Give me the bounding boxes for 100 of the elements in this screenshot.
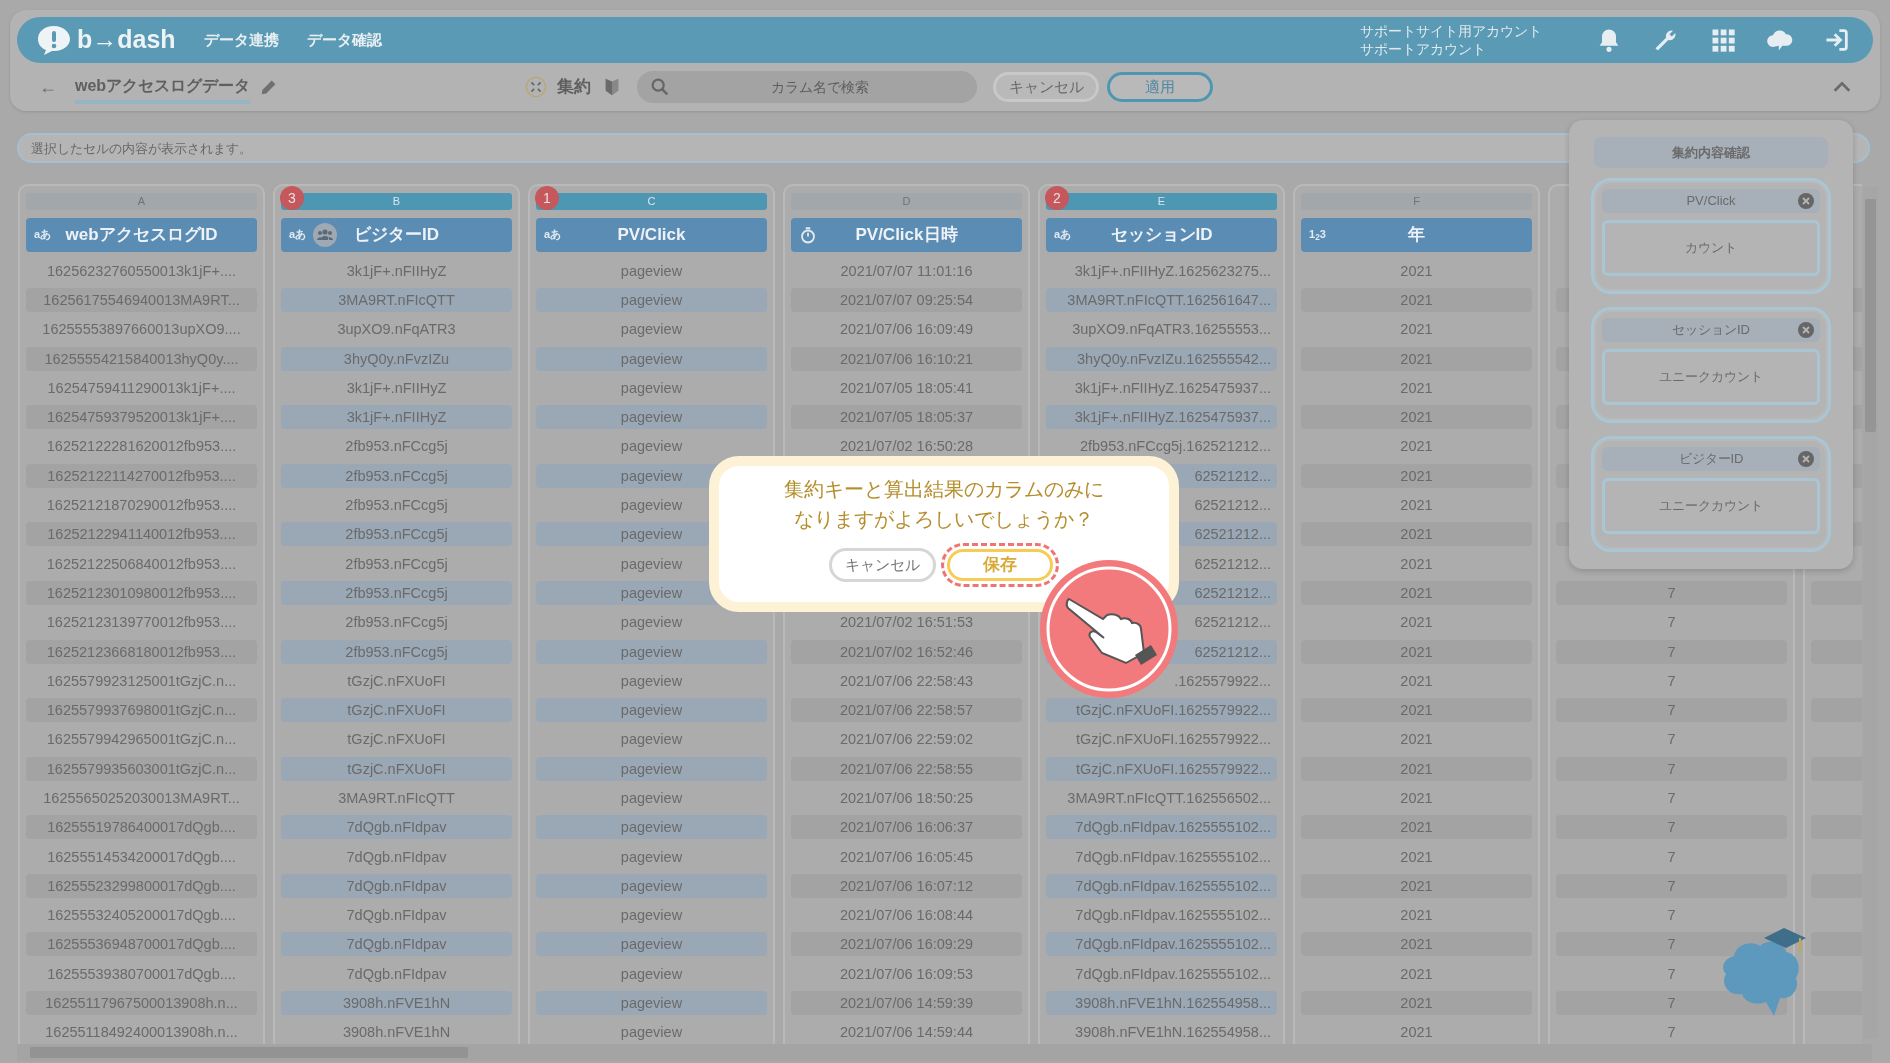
table-cell: 1625579935603001tGzjC.n... [26,756,257,781]
table-cell-text: 1625579942965001tGzjC.n... [45,730,238,750]
table-cell: 7dQgb.nFIdpav.1625555102... [1046,932,1277,957]
table-cell: 16252123668180012fb953.... [26,639,257,664]
table-cell: 2021 [1301,756,1532,781]
account-name[interactable]: サポートアカウント [1360,40,1542,58]
table-cell: 3hyQ0y.nFvzIZu [281,346,512,371]
apply-button[interactable]: 適用 [1107,72,1214,102]
table-cell: 2021/07/06 16:06:37 [791,815,1022,840]
cancel-button[interactable]: キャンセル [993,72,1100,102]
table-cell-text: 7dQgb.nFIdpav.1625555102... [1074,906,1272,926]
table-cell: 2021 [1301,639,1532,664]
table-cell: 2021 [1301,405,1532,430]
table-cell: 7dQgb.nFIdpav [281,873,512,898]
column-header[interactable]: aあ PV/Click [536,218,767,252]
table-cell: 16252123010980012fb953.... [26,580,257,605]
table-cell-text: pageview [619,789,684,808]
table-cell: pageview [536,873,767,898]
table-cell: 2021 [1301,991,1532,1016]
table-cell: 2021/07/05 18:05:37 [791,405,1022,430]
dialog-button[interactable]: キャンセル [829,548,936,582]
type-label: 1$_{2}$3 [1309,227,1326,241]
table-cell: pageview [536,815,767,840]
search-field[interactable]: カラム名で検索 [637,71,978,103]
table-cell-text: 7 [1666,730,1677,750]
table-cell-text: 16255553897660013upXO9.... [41,320,242,340]
table-cell-text: 2021 [1399,1023,1434,1043]
table-cell-text: 16255532405200017dQgb.... [46,906,237,926]
type-label: aあ [34,227,52,241]
table-cell-text: 7dQgb.nFIdpav [345,906,448,926]
table-cell-text: 16254759411290013k1jF+.... [46,378,237,398]
table-cell: 16256175546940013MA9RT... [26,287,257,312]
table-cell: pageview [536,405,767,430]
table-cell-text: 2021/07/06 16:09:49 [838,320,974,340]
table-cell: 7dQgb.nFIdpav.1625555102... [1046,873,1277,898]
panel-title: 集約内容確認 [1594,137,1828,168]
table-cell-text: 2021/07/06 16:08:44 [838,906,974,926]
column-header[interactable]: 1$_{2}$3 年 [1301,218,1532,252]
table-cell-text: pageview [619,378,684,398]
table-cell-text: 2fb953.nFCcg5j [344,613,449,633]
table-cell: 2021/07/06 16:10:21 [791,346,1022,371]
table-cell-text: 2021/07/06 18:50:25 [838,789,974,808]
table-cell: 2021 [1301,287,1532,312]
order-badge: 2 [1045,186,1069,210]
account-name[interactable]: サポートサイト用アカウント [1360,22,1542,40]
table-cell: 2021 [1301,932,1532,957]
table-cell: 2021/07/06 22:58:57 [791,698,1022,723]
table-cell: pageview [536,639,767,664]
table-cell: 7dQgb.nFIdpav.1625555102... [1046,815,1277,840]
table-cell: 2021 [1301,815,1532,840]
column-header[interactable]: aあ ビジターID [281,218,512,252]
table-cell: 7 [1556,756,1787,781]
table-cell-text: pageview [619,964,684,984]
table-cell-text: 7 [1666,613,1677,633]
table-cell-text: 2021 [1399,613,1434,633]
table-cell: pageview [536,698,767,723]
table-cell-text: pageview [619,671,684,691]
table-cell-text: pageview [619,320,684,340]
table-cell-text: 2021/07/06 16:05:45 [838,847,974,867]
table-cell-text: 7 [1666,906,1677,926]
table-cell: 2021 [1301,463,1532,488]
dataset-title[interactable]: webアクセスログデータ [75,70,251,104]
dialog-button[interactable]: 保存 [941,543,1059,587]
table-cell-text: 2021 [1399,964,1434,984]
table-cell-text: 16255118492400013908h.n... [44,1023,239,1043]
table-cell-text: 3MA9RT.nFIcQTT [337,789,456,808]
table-cell: 3MA9RT.nFIcQTT.162561647... [1046,287,1277,312]
table-cell: 2021/07/06 16:07:12 [791,873,1022,898]
table-cell-text: 2021 [1399,378,1434,398]
table-cell-text: 7dQgb.nFIdpav [345,964,448,984]
table-cell-text: 7 [1666,964,1677,984]
table-cell-text: 3908h.nFVE1hN [341,1023,452,1043]
table-cell-text: 16255514534200017dQgb.... [46,847,237,867]
table-cell-text: 62521212... [1193,613,1272,633]
table-cell-text: 7dQgb.nFIdpav.1625555102... [1074,847,1272,867]
logo-text: b→dash [77,24,176,56]
table-cell-text: 3upXO9.nFqATR3.16255553... [1071,320,1272,340]
table-cell-text: 3k1jF+.nFIIHyZ.1625475937... [1073,378,1272,398]
menu-link[interactable]: データ連携 [203,28,279,52]
column-header[interactable]: aあ webアクセスログID [26,218,257,252]
table-cell: tGzjC.nFXUoFI.1625579922... [1046,698,1277,723]
order-badge: 3 [280,186,304,210]
table-cell-text: pageview [619,261,684,281]
table-cell: 7 [1556,580,1787,605]
table-cell-text: 2021 [1399,320,1434,340]
table-cell-text: 3908h.nFVE1hN.162554958... [1074,1023,1272,1043]
table-cell-text: 3MA9RT.nFIcQTT.162556502... [1066,789,1272,808]
column-header[interactable]: PV/Click日時 [791,218,1022,252]
table-cell-text: 16255539380700017dQgb.... [46,964,237,984]
table-cell-text: 3k1jF+.nFIIHyZ [345,378,448,398]
table-cell: 2021/07/06 14:59:39 [791,991,1022,1016]
table-cell: 3hyQ0y.nFvzIZu.162555542... [1046,346,1277,371]
menu-link[interactable]: データ確認 [306,28,382,52]
back-link[interactable]: ← [39,73,57,101]
column-header[interactable]: aあ セッションID [1046,218,1277,252]
table-cell: 16255554215840013hyQ0y.... [26,346,257,371]
aggregate-method[interactable]: カウント [1602,220,1820,276]
table-cell: 2fb953.nFCcg5j [281,463,512,488]
table-cell: 2021 [1301,698,1532,723]
type-label: aあ [289,227,307,241]
